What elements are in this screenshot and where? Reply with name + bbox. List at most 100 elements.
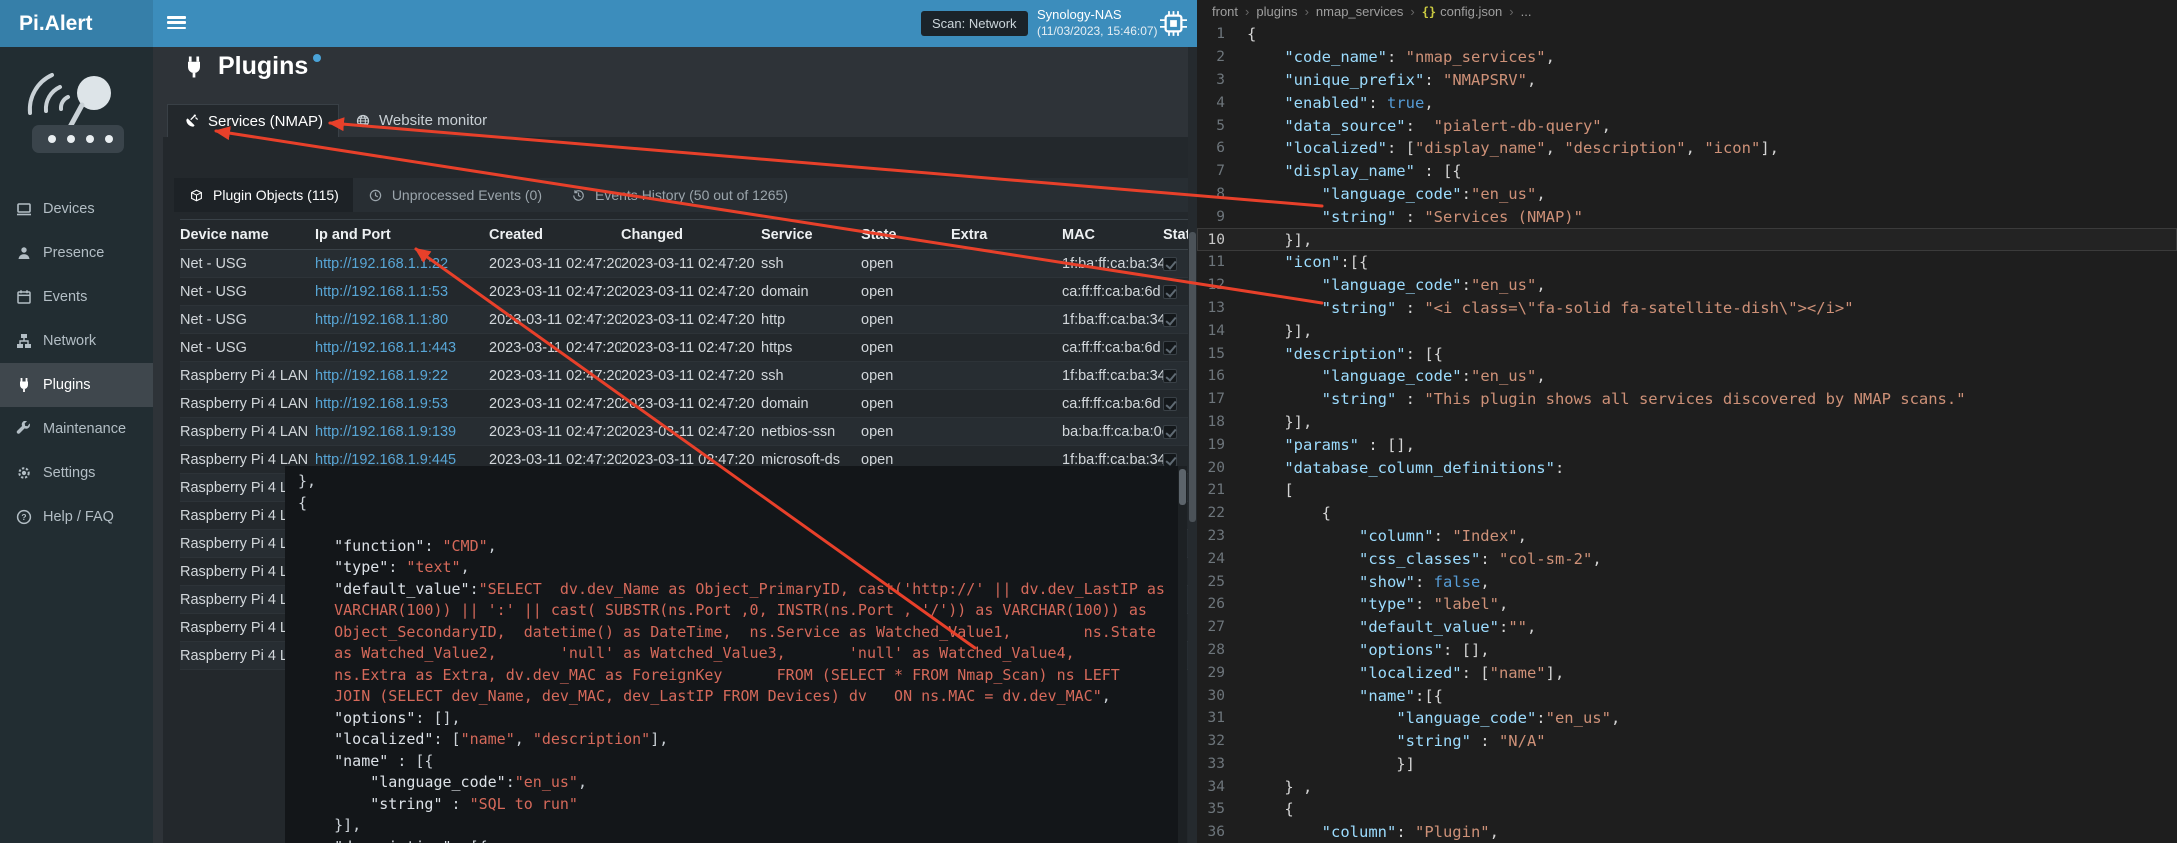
editor-line[interactable]: 16 "language_code":"en_us", (1197, 365, 2177, 388)
app-scrollbar[interactable] (1188, 47, 1197, 843)
table-row[interactable]: Raspberry Pi 4 LANhttp://192.168.1.9:222… (180, 362, 1188, 390)
editor-line[interactable]: 27 "default_value":"", (1197, 616, 2177, 639)
status-checkbox[interactable] (1163, 313, 1177, 327)
breadcrumb-item-front[interactable]: front (1212, 4, 1238, 19)
status-cell (1163, 340, 1188, 356)
subtab-unprocessed-events-0[interactable]: Unprocessed Events (0) (353, 178, 556, 212)
table-row[interactable]: Net - USGhttp://192.168.1.1:222023-03-11… (180, 250, 1188, 278)
sidebar-item-maintenance[interactable]: Maintenance (0, 407, 153, 451)
editor-line[interactable]: 13 "string" : "<i class=\"fa-solid fa-sa… (1197, 297, 2177, 320)
line-number: 27 (1197, 619, 1247, 635)
editor-line[interactable]: 7 "display_name" : [{ (1197, 160, 2177, 183)
status-checkbox[interactable] (1163, 425, 1177, 439)
editor-line[interactable]: 31 "language_code":"en_us", (1197, 707, 2177, 730)
subtab-plugin-objects-115[interactable]: Plugin Objects (115) (174, 178, 353, 212)
object-link[interactable]: http://192.168.1.1:53 (315, 284, 448, 300)
status-checkbox[interactable] (1163, 285, 1177, 299)
status-checkbox[interactable] (1163, 341, 1177, 355)
sidebar-item-settings[interactable]: Settings (0, 451, 153, 495)
sidebar-item-events[interactable]: Events (0, 275, 153, 319)
table-row[interactable]: Net - USGhttp://192.168.1.1:4432023-03-1… (180, 334, 1188, 362)
object-link[interactable]: http://192.168.1.9:22 (315, 368, 448, 384)
editor-line[interactable]: 22 { (1197, 502, 2177, 525)
editor-line[interactable]: 20 "database_column_definitions": (1197, 456, 2177, 479)
column-header-extra[interactable]: Extra (951, 227, 1062, 243)
column-header-device-name[interactable]: Device name (180, 227, 315, 243)
subtab-events-history-50-out-of-1265[interactable]: Events History (50 out of 1265) (556, 178, 802, 212)
object-link[interactable]: http://192.168.1.1:80 (315, 312, 448, 328)
table-row[interactable]: Raspberry Pi 4 LANhttp://192.168.1.9:532… (180, 390, 1188, 418)
overlay-code-line: "function": "CMD", (298, 536, 1169, 558)
editor-code[interactable]: 1{2 "code_name": "nmap_services",3 "uniq… (1197, 23, 2177, 843)
line-number: 32 (1197, 733, 1247, 749)
column-header-ip-and-port[interactable]: Ip and Port (315, 227, 489, 243)
table-row[interactable]: Net - USGhttp://192.168.1.1:802023-03-11… (180, 306, 1188, 334)
sidebar-item-presence[interactable]: Presence (0, 231, 153, 275)
status-checkbox[interactable] (1163, 369, 1177, 383)
object-link[interactable]: http://192.168.1.1:443 (315, 340, 456, 356)
sidebar-item-devices[interactable]: Devices (0, 187, 153, 231)
sidebar-item-plugins[interactable]: Plugins (0, 363, 153, 407)
object-link[interactable]: http://192.168.1.1:22 (315, 256, 448, 272)
column-header-state[interactable]: State (861, 227, 951, 243)
editor-line[interactable]: 5 "data_source": "pialert-db-query", (1197, 114, 2177, 137)
device-chip-icon[interactable] (1160, 11, 1187, 36)
editor-line[interactable]: 3 "unique_prefix": "NMAPSRV", (1197, 69, 2177, 92)
app-scrollbar-thumb[interactable] (1189, 232, 1196, 522)
status-checkbox[interactable] (1163, 397, 1177, 411)
column-header-changed[interactable]: Changed (621, 227, 761, 243)
editor-line[interactable]: 2 "code_name": "nmap_services", (1197, 46, 2177, 69)
object-link[interactable]: http://192.168.1.9:53 (315, 396, 448, 412)
tab-services-nmap[interactable]: Services (NMAP) (167, 104, 339, 137)
editor-line[interactable]: 19 "params" : [], (1197, 433, 2177, 456)
editor-line[interactable]: 25 "show": false, (1197, 570, 2177, 593)
editor-line[interactable]: 1{ (1197, 23, 2177, 46)
editor-line[interactable]: 9 "string" : "Services (NMAP)" (1197, 205, 2177, 228)
column-header-created[interactable]: Created (489, 227, 621, 243)
editor-line[interactable]: 26 "type": "label", (1197, 593, 2177, 616)
column-header-status[interactable]: Status (1163, 227, 1188, 243)
brand-logo[interactable]: Pi.Alert (0, 0, 153, 47)
events-icon (15, 289, 32, 305)
scan-status-badge[interactable]: Scan: Network (921, 11, 1028, 36)
editor-line[interactable]: 23 "column": "Index", (1197, 525, 2177, 548)
editor-line[interactable]: 32 "string" : "N/A" (1197, 730, 2177, 753)
column-header-service[interactable]: Service (761, 227, 861, 243)
overlay-scrollbar-thumb[interactable] (1179, 469, 1186, 505)
table-row[interactable]: Raspberry Pi 4 LANhttp://192.168.1.9:139… (180, 418, 1188, 446)
breadcrumb-item-config-json[interactable]: {}config.json (1422, 4, 1503, 19)
editor-line[interactable]: 34 } , (1197, 775, 2177, 798)
editor-line[interactable]: 33 }] (1197, 753, 2177, 776)
editor-line[interactable]: 18 }], (1197, 411, 2177, 434)
editor-line[interactable]: 8 "language_code":"en_us", (1197, 183, 2177, 206)
object-link[interactable]: http://192.168.1.9:139 (315, 424, 456, 440)
editor-line[interactable]: 6 "localized": ["display_name", "descrip… (1197, 137, 2177, 160)
editor-line[interactable]: 21 [ (1197, 479, 2177, 502)
editor-line[interactable]: 36 "column": "Plugin", (1197, 821, 2177, 843)
sidebar-item-help-faq[interactable]: ?Help / FAQ (0, 495, 153, 539)
sidebar-toggle-button[interactable] (167, 16, 186, 31)
editor-line[interactable]: 29 "localized": ["name"], (1197, 661, 2177, 684)
breadcrumb-item-nmap-services[interactable]: nmap_services (1316, 4, 1403, 19)
changed-cell: 2023-03-11 02:47:20 (621, 368, 761, 384)
editor-line[interactable]: 24 "css_classes": "col-sm-2", (1197, 547, 2177, 570)
editor-line[interactable]: 11 "icon":[{ (1197, 251, 2177, 274)
editor-line[interactable]: 10 }], (1197, 228, 2177, 251)
editor-line[interactable]: 35 { (1197, 798, 2177, 821)
editor-line[interactable]: 30 "name":[{ (1197, 684, 2177, 707)
editor-line[interactable]: 17 "string" : "This plugin shows all ser… (1197, 388, 2177, 411)
breadcrumb-item-more[interactable]: ... (1521, 4, 1532, 19)
tab-website-monitor[interactable]: Website monitor (339, 104, 502, 137)
column-header-mac[interactable]: MAC (1062, 227, 1163, 243)
table-row[interactable]: Net - USGhttp://192.168.1.1:532023-03-11… (180, 278, 1188, 306)
editor-line[interactable]: 4 "enabled": true, (1197, 91, 2177, 114)
sidebar-item-network[interactable]: Network (0, 319, 153, 363)
editor-line[interactable]: 28 "options": [], (1197, 639, 2177, 662)
editor-line[interactable]: 14 }], (1197, 319, 2177, 342)
line-number: 3 (1197, 72, 1247, 88)
editor-line[interactable]: 12 "language_code":"en_us", (1197, 274, 2177, 297)
editor-line[interactable]: 15 "description": [{ (1197, 342, 2177, 365)
status-checkbox[interactable] (1163, 257, 1177, 271)
breadcrumb-item-plugins[interactable]: plugins (1256, 4, 1297, 19)
status-checkbox[interactable] (1163, 453, 1177, 467)
